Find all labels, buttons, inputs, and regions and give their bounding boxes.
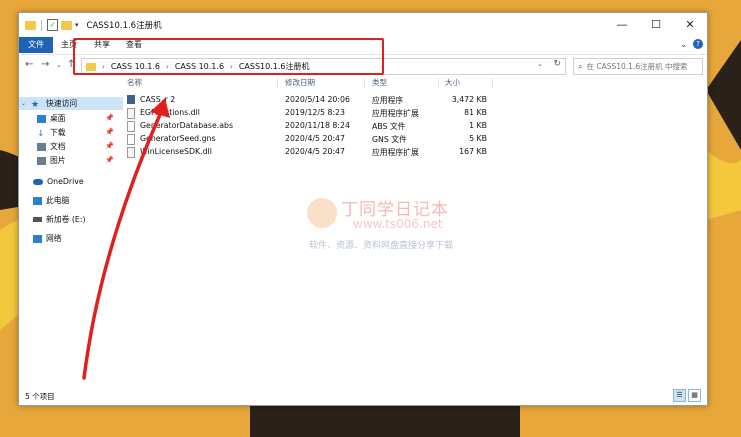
red-arrow-annotation [82,98,170,380]
